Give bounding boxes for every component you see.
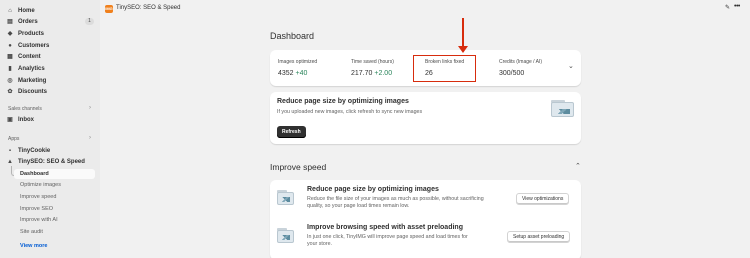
stat-label: Credits (Image / AI) xyxy=(499,59,543,65)
sidebar-item-label: Customers xyxy=(18,42,50,49)
stat-label: Time saved (hours) xyxy=(351,59,394,65)
tinycookie-app-icon: ▪ xyxy=(8,147,12,154)
task-title: Reduce page size by optimizing images xyxy=(307,186,439,193)
orders-icon: ▤ xyxy=(7,19,13,25)
stat-delta: +2.00 xyxy=(374,70,393,77)
apps-label[interactable]: Apps xyxy=(8,136,19,142)
view-more-link[interactable]: View more xyxy=(20,243,47,249)
sidebar-item-label: Marketing xyxy=(18,77,47,84)
stat-value: 4352 +40 xyxy=(278,70,307,77)
more-actions-icon[interactable]: ••• xyxy=(734,3,740,10)
setup-asset-preloading-button[interactable]: Setup asset preloading xyxy=(507,231,571,243)
tag-icon: ◆ xyxy=(7,31,13,37)
sidebar-subitem-improve-speed[interactable]: Improve speed xyxy=(20,192,56,202)
chevron-right-icon[interactable]: › xyxy=(89,105,91,111)
sidebar-item-orders[interactable]: ▤ Orders xyxy=(7,16,38,27)
task-title: Improve browsing speed with asset preloa… xyxy=(307,224,463,231)
image-optimization-icon xyxy=(277,190,294,205)
sidebar-item-home[interactable]: ⌂ Home xyxy=(7,5,35,16)
sidebar-item-label: Orders xyxy=(18,18,38,25)
image-illustration-icon xyxy=(551,100,574,117)
sidebar-item-label: TinyCookie xyxy=(18,147,51,154)
annotation-arrow-head xyxy=(458,46,468,53)
sidebar-subitem-improve-with-ai[interactable]: Improve with AI xyxy=(20,215,58,225)
sidebar-item-label: Inbox xyxy=(18,116,34,123)
sidebar-item-content[interactable]: ▦ Content xyxy=(7,51,41,62)
sidebar-item-label: Home xyxy=(18,7,35,14)
improve-speed-heading: Improve speed xyxy=(270,162,327,172)
task-description-line: In just one click, TinyIMG will improve … xyxy=(307,234,468,240)
orders-count-badge: 1 xyxy=(85,18,94,25)
sales-channels-label[interactable]: Sales channels xyxy=(8,106,42,112)
person-icon: ● xyxy=(8,42,12,49)
home-icon: ⌂ xyxy=(8,7,12,14)
stat-label: Images optimized xyxy=(278,59,318,65)
banner-title: Reduce page size by optimizing images xyxy=(277,98,409,105)
marketing-icon: ◎ xyxy=(7,78,13,84)
analytics-icon: ▮ xyxy=(8,66,12,72)
stat-delta: +40 xyxy=(295,70,308,77)
refresh-button[interactable]: Refresh xyxy=(277,126,306,138)
main-content: Dashboard Images optimized 4352 +40 Time… xyxy=(100,18,750,258)
inbox-icon: ▣ xyxy=(7,117,13,123)
tinyseo-logo-icon: IMG xyxy=(105,5,113,13)
sidebar-item-tinyseo[interactable]: ▲ TinySEO: SEO & Speed xyxy=(7,156,85,167)
optimize-images-banner: Reduce page size by optimizing images If… xyxy=(270,92,581,144)
task-description-line: Reduce the file size of your images as m… xyxy=(307,196,484,202)
stat-number: 4352 xyxy=(278,70,294,77)
sidebar-item-label: TinySEO: SEO & Speed xyxy=(18,158,85,165)
app-header: IMG TinySEO: SEO & Speed ✎ ••• xyxy=(100,0,750,18)
sidebar-subitem-improve-seo[interactable]: Improve SEO xyxy=(20,204,53,214)
improve-speed-card: Reduce page size by optimizing images Re… xyxy=(270,180,581,258)
sidebar-item-label: Discounts xyxy=(18,88,48,95)
stat-number: 217.70 xyxy=(351,70,373,77)
content-icon: ▦ xyxy=(7,54,13,60)
sidebar-subitem-dashboard[interactable]: Dashboard xyxy=(14,169,95,179)
stat-value: 300/500 xyxy=(499,70,524,77)
pin-icon[interactable]: ✎ xyxy=(725,4,730,11)
asset-preloading-icon xyxy=(277,228,294,243)
sidebar-item-label: Products xyxy=(18,30,45,37)
sidebar-item-discounts[interactable]: ✿ Discounts xyxy=(7,86,47,97)
chevron-right-icon[interactable]: › xyxy=(89,135,91,141)
sidebar-item-customers[interactable]: ● Customers xyxy=(7,40,49,51)
sidebar-item-products[interactable]: ◆ Products xyxy=(7,28,44,39)
sidebar-item-marketing[interactable]: ◎ Marketing xyxy=(7,75,46,86)
sidebar: ⌂ Home ▤ Orders 1 ◆ Products ● Customers… xyxy=(0,0,100,258)
task-description-line: quality, so your page load times remain … xyxy=(307,203,410,209)
sidebar-item-inbox[interactable]: ▣ Inbox xyxy=(7,114,34,125)
task-description: Reduce the file size of your images as m… xyxy=(307,196,484,210)
discount-icon: ✿ xyxy=(7,89,13,95)
sidebar-item-tinycookie[interactable]: ▪ TinyCookie xyxy=(7,145,50,156)
sidebar-subitem-optimize-images[interactable]: Optimize images xyxy=(20,180,61,190)
tinyseo-app-icon: ▲ xyxy=(7,158,13,165)
chevron-down-icon[interactable]: ⌄ xyxy=(568,62,574,70)
view-optimizations-button[interactable]: View optimizations xyxy=(516,193,570,205)
stat-number: 300/500 xyxy=(499,70,525,77)
sidebar-item-analytics[interactable]: ▮ Analytics xyxy=(7,63,45,74)
sidebar-item-label: Content xyxy=(18,53,41,60)
app-title: TinySEO: SEO & Speed xyxy=(116,5,181,11)
page-title: Dashboard xyxy=(270,31,315,41)
banner-description: If you uploaded new images, click refres… xyxy=(277,109,423,115)
annotation-highlight-box xyxy=(413,55,476,82)
chevron-up-icon[interactable]: ⌃ xyxy=(575,162,581,170)
sidebar-item-label: Analytics xyxy=(18,65,45,72)
sidebar-subitem-site-audit[interactable]: Site audit xyxy=(20,227,43,237)
stat-value: 217.70 +2.00 xyxy=(351,70,392,77)
task-description: In just one click, TinyIMG will improve … xyxy=(307,234,468,248)
annotation-arrow xyxy=(462,18,464,48)
task-description-line: your store. xyxy=(307,241,333,247)
